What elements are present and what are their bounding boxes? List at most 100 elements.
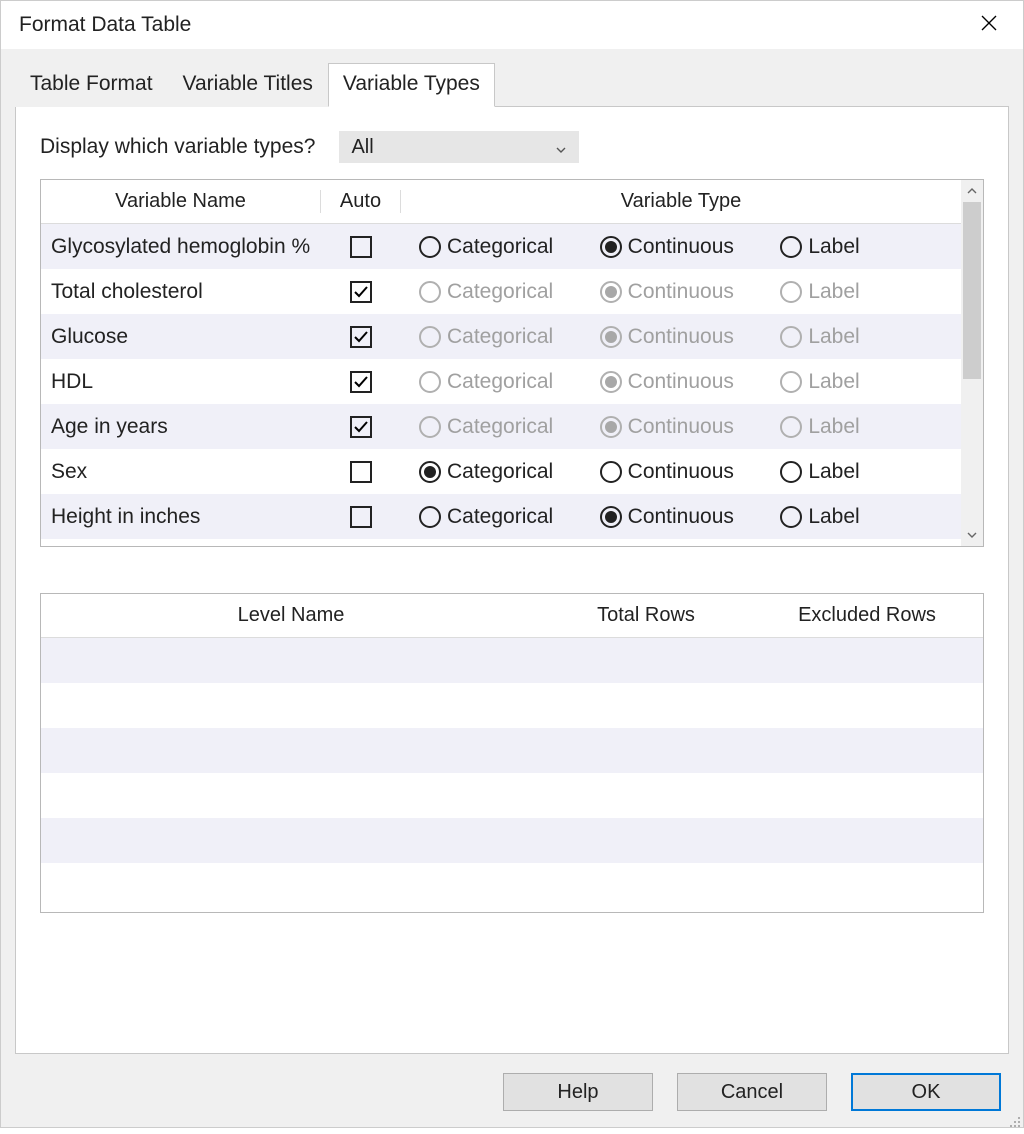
radio-continuous-input[interactable] xyxy=(600,506,622,528)
radio-categorical-label: Categorical xyxy=(447,370,553,394)
radio-label-input xyxy=(780,326,802,348)
radio-continuous[interactable]: Continuous xyxy=(600,460,781,484)
radio-label[interactable]: Label xyxy=(780,460,961,484)
radio-categorical-input[interactable] xyxy=(419,506,441,528)
radio-label[interactable]: Label xyxy=(780,235,961,259)
variables-table-header: Variable Name Auto Variable Type xyxy=(41,180,961,224)
radio-label: Label xyxy=(780,415,961,439)
radio-continuous-label: Continuous xyxy=(628,505,734,529)
radio-continuous-input xyxy=(600,371,622,393)
radio-continuous: Continuous xyxy=(600,370,781,394)
variable-name-cell: Age in years xyxy=(41,415,321,439)
radio-categorical-input xyxy=(419,281,441,303)
cancel-button[interactable]: Cancel xyxy=(677,1073,827,1111)
radio-label-label: Label xyxy=(808,505,859,529)
radio-label-input[interactable] xyxy=(780,236,802,258)
radio-continuous-input xyxy=(600,326,622,348)
type-cell: Categorical Continuous Label xyxy=(401,505,961,529)
radio-label: Label xyxy=(780,280,961,304)
radio-categorical[interactable]: Categorical xyxy=(419,460,600,484)
radio-continuous[interactable]: Continuous xyxy=(600,505,781,529)
radio-label-input[interactable] xyxy=(780,461,802,483)
auto-checkbox[interactable] xyxy=(350,281,372,303)
auto-checkbox[interactable] xyxy=(350,326,372,348)
variables-table-body: Glycosylated hemoglobin %CategoricalCont… xyxy=(41,224,961,539)
tab-variable-types[interactable]: Variable Types xyxy=(328,63,495,107)
col-header-excluded-rows: Excluded Rows xyxy=(751,604,983,627)
col-header-variable-type: Variable Type xyxy=(401,190,961,213)
auto-checkbox[interactable] xyxy=(350,416,372,438)
radio-label-label: Label xyxy=(808,280,859,304)
radio-categorical: Categorical xyxy=(419,325,600,349)
radio-categorical[interactable]: Categorical xyxy=(419,505,600,529)
help-button[interactable]: Help xyxy=(503,1073,653,1111)
radio-categorical: Categorical xyxy=(419,280,600,304)
tab-variable-titles[interactable]: Variable Titles xyxy=(168,63,328,107)
auto-cell xyxy=(321,326,401,348)
ok-button[interactable]: OK xyxy=(851,1073,1001,1111)
resize-grip-icon[interactable] xyxy=(1007,1111,1021,1125)
radio-categorical-input[interactable] xyxy=(419,236,441,258)
title-bar: Format Data Table xyxy=(1,1,1023,49)
scroll-thumb[interactable] xyxy=(963,202,981,379)
auto-cell xyxy=(321,461,401,483)
variable-name-cell: Sex xyxy=(41,460,321,484)
radio-continuous-input xyxy=(600,416,622,438)
type-cell: Categorical ContinuousLabel xyxy=(401,370,961,394)
radio-label-input[interactable] xyxy=(780,506,802,528)
levels-table-row xyxy=(41,773,983,818)
close-button[interactable] xyxy=(969,9,1009,41)
radio-categorical-input xyxy=(419,416,441,438)
auto-cell xyxy=(321,236,401,258)
radio-categorical: Categorical xyxy=(419,415,600,439)
auto-cell xyxy=(321,506,401,528)
filter-select[interactable]: All xyxy=(339,131,579,163)
radio-categorical-input xyxy=(419,371,441,393)
auto-checkbox[interactable] xyxy=(350,461,372,483)
type-cell: Categorical Continuous Label xyxy=(401,235,961,259)
radio-continuous: Continuous xyxy=(600,325,781,349)
radio-categorical-label: Categorical xyxy=(447,280,553,304)
scroll-up-icon[interactable] xyxy=(961,180,983,202)
scroll-track[interactable] xyxy=(961,202,983,524)
radio-categorical[interactable]: Categorical xyxy=(419,235,600,259)
radio-categorical-input[interactable] xyxy=(419,461,441,483)
tab-strip: Table Format Variable Titles Variable Ty… xyxy=(15,63,1009,107)
radio-label: Label xyxy=(780,370,961,394)
auto-cell xyxy=(321,281,401,303)
tab-table-format[interactable]: Table Format xyxy=(15,63,168,107)
radio-label-label: Label xyxy=(808,415,859,439)
radio-label[interactable]: Label xyxy=(780,505,961,529)
auto-checkbox[interactable] xyxy=(350,236,372,258)
col-header-level-name: Level Name xyxy=(41,604,541,627)
radio-continuous-label: Continuous xyxy=(628,325,734,349)
variable-name-cell: Glycosylated hemoglobin % xyxy=(41,235,321,259)
radio-categorical-input xyxy=(419,326,441,348)
close-icon xyxy=(981,15,997,36)
variables-table-scrollbar[interactable] xyxy=(961,180,983,546)
scroll-down-icon[interactable] xyxy=(961,524,983,546)
auto-checkbox[interactable] xyxy=(350,506,372,528)
radio-continuous-label: Continuous xyxy=(628,235,734,259)
variables-table-row: HDLCategoricalContinuousLabel xyxy=(41,359,961,404)
type-cell: Categorical Continuous Label xyxy=(401,325,961,349)
radio-continuous[interactable]: Continuous xyxy=(600,235,781,259)
auto-checkbox[interactable] xyxy=(350,371,372,393)
levels-table: Level Name Total Rows Excluded Rows xyxy=(40,593,984,913)
radio-categorical-label: Categorical xyxy=(447,415,553,439)
variables-table-row: Glucose Categorical Continuous Label xyxy=(41,314,961,359)
radio-continuous: Continuous xyxy=(600,415,781,439)
window-title: Format Data Table xyxy=(19,13,191,37)
radio-label-label: Label xyxy=(808,235,859,259)
col-header-total-rows: Total Rows xyxy=(541,604,751,627)
tab-panel: Display which variable types? All Variab… xyxy=(15,106,1009,1054)
radio-continuous-input[interactable] xyxy=(600,461,622,483)
radio-categorical-label: Categorical xyxy=(447,235,553,259)
filter-row: Display which variable types? All xyxy=(40,131,984,163)
levels-table-row xyxy=(41,818,983,863)
radio-continuous-input[interactable] xyxy=(600,236,622,258)
radio-label: Label xyxy=(780,325,961,349)
variable-name-cell: Glucose xyxy=(41,325,321,349)
radio-categorical-label: Categorical xyxy=(447,460,553,484)
variables-table-row: Glycosylated hemoglobin % Categorical Cont… xyxy=(41,224,961,269)
